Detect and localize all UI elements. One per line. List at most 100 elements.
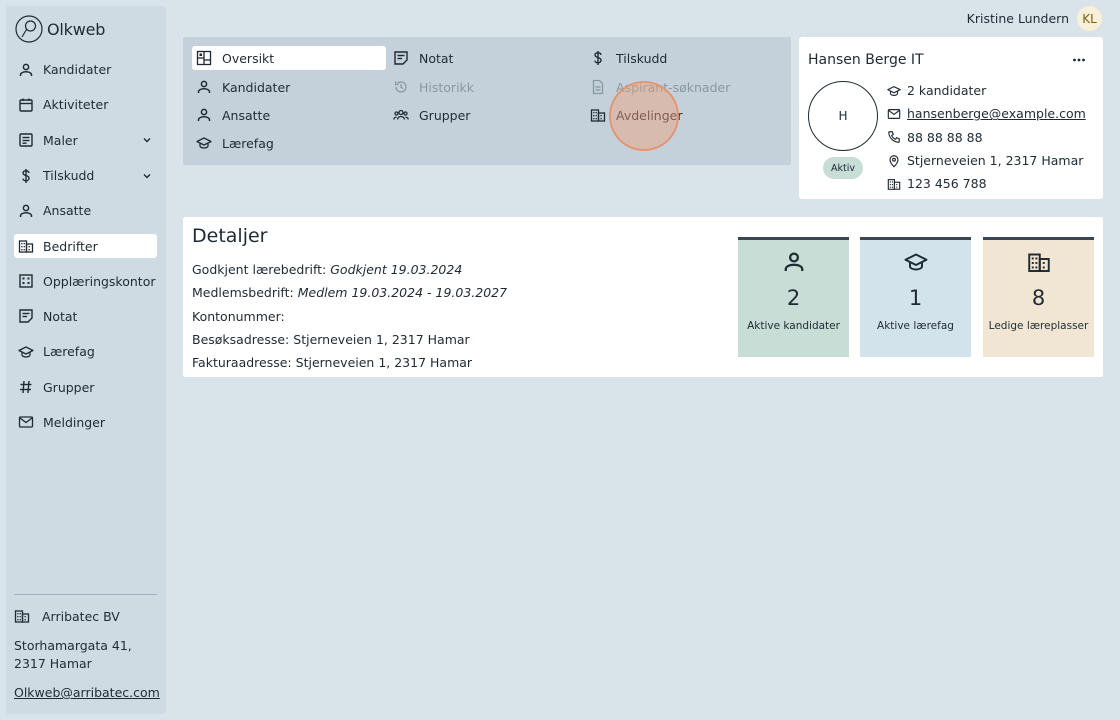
sidebar-item-label: Maler (43, 132, 78, 148)
tab-ansatte[interactable]: Ansatte (192, 103, 386, 127)
chevron-down-icon[interactable] (141, 170, 153, 182)
graduation-cap-icon (904, 250, 928, 274)
company-org-number: 123 456 788 (907, 176, 987, 192)
detail-key: Medlemsbedrift: (192, 285, 294, 301)
olkweb-logo-icon (15, 15, 43, 43)
note-icon (18, 308, 34, 324)
sidebar-item-meldinger[interactable]: Meldinger (14, 405, 157, 440)
sidebar-item-label: Meldinger (43, 414, 106, 430)
sidebar-item-tilskudd[interactable]: Tilskudd (14, 158, 157, 193)
sidebar-item-label: Lærefag (43, 344, 95, 360)
org-info: Arribatec BV Storhamargata 41, 2317 Hama… (14, 606, 162, 701)
sidebar-item-label: Ansatte (43, 203, 92, 219)
stat-card-ledige-laereplasser[interactable]: 8 Ledige læreplasser (983, 237, 1094, 357)
location-pin-icon (887, 154, 901, 168)
sidebar-item-label: Bedrifter (43, 238, 98, 254)
stat-value: 1 (908, 286, 923, 310)
candidates-count: 2 kandidater (907, 83, 987, 99)
user-menu[interactable]: Kristine Lundern KL (967, 6, 1102, 31)
building-icon (1027, 250, 1051, 274)
detail-key: Fakturaadresse: (192, 355, 292, 371)
sidebar-item-bedrifter[interactable]: Bedrifter (14, 234, 157, 259)
tab-label: Grupper (419, 107, 471, 123)
avatar[interactable]: KL (1077, 6, 1102, 31)
tab-label: Aspirant-søknader (616, 79, 731, 95)
tab-aspirant-soknader: Aspirant-søknader (586, 75, 780, 99)
tab-kandidater[interactable]: Kandidater (192, 75, 386, 99)
tab-grupper[interactable]: Grupper (389, 103, 583, 127)
tab-label: Historikk (419, 79, 475, 95)
mail-icon (887, 107, 901, 121)
detail-key: Godkjent lærebedrift: (192, 262, 327, 278)
app-logo[interactable]: Olkweb (15, 15, 105, 43)
graduation-cap-icon (18, 344, 34, 360)
company-phone: 88 88 88 88 (907, 129, 983, 145)
company-email-link[interactable]: hansenberge@example.com (907, 106, 1086, 121)
sidebar-item-aktiviteter[interactable]: Aktiviteter (14, 87, 157, 122)
org-name: Arribatec BV (42, 608, 120, 624)
document-icon (590, 79, 606, 95)
tab-historikk: Historikk (389, 75, 583, 99)
office-icon (18, 273, 34, 289)
chevron-down-icon[interactable] (141, 134, 153, 146)
sidebar-item-opplaeringskontor[interactable]: Opplæringskontor (14, 263, 157, 298)
detail-row-godkjent: Godkjent lærebedrift: Godkjent 19.03.202… (192, 258, 507, 281)
details-title: Detaljer (192, 225, 268, 247)
template-icon (18, 132, 34, 148)
stat-card-aktive-kandidater[interactable]: 2 Aktive kandidater (738, 237, 849, 357)
sidebar-item-laerefag[interactable]: Lærefag (14, 334, 157, 369)
details-list: Godkjent lærebedrift: Godkjent 19.03.202… (192, 258, 507, 374)
org-email-link[interactable]: Olkweb@arribatec.com (14, 685, 162, 700)
detail-row-kontonummer: Kontonummer: (192, 305, 507, 328)
building-icon (590, 107, 606, 123)
status-badge: Aktiv (823, 157, 863, 179)
info-org-number: 123 456 788 (887, 172, 1086, 195)
group-icon (393, 107, 409, 123)
stat-label: Ledige læreplasser (988, 320, 1089, 332)
sidebar-item-label: Grupper (43, 379, 95, 395)
tab-laerefag[interactable]: Lærefag (192, 131, 386, 155)
stat-card-aktive-laerefag[interactable]: 1 Aktive lærefag (860, 237, 971, 357)
graduation-cap-icon (196, 135, 212, 151)
tab-label: Tilskudd (616, 50, 668, 66)
detail-row-fakturaadresse: Fakturaadresse: Stjerneveien 1, 2317 Ham… (192, 351, 507, 374)
sidebar-item-notat[interactable]: Notat (14, 299, 157, 334)
tab-avdelinger[interactable]: Avdelinger (586, 103, 780, 127)
tab-label: Oversikt (222, 50, 275, 66)
info-address: Stjerneveien 1, 2317 Hamar (887, 149, 1086, 172)
dollar-icon (18, 168, 34, 184)
more-options-icon[interactable] (1070, 53, 1088, 67)
sidebar-item-ansatte[interactable]: Ansatte (14, 193, 157, 228)
sidebar-item-kandidater[interactable]: Kandidater (14, 52, 157, 87)
person-icon (18, 203, 34, 219)
tab-tilskudd[interactable]: Tilskudd (586, 46, 780, 70)
dashboard-icon (196, 50, 212, 66)
logo-text: Olkweb (47, 19, 106, 39)
tab-label: Kandidater (222, 79, 291, 95)
tab-notat[interactable]: Notat (389, 46, 583, 70)
graduation-cap-icon (887, 84, 901, 98)
detail-value: Godkjent 19.03.2024 (330, 262, 463, 278)
tab-label: Ansatte (222, 107, 271, 123)
org-name-row: Arribatec BV (14, 606, 162, 626)
hash-icon (18, 379, 34, 395)
detail-value: Medlem 19.03.2024 - 19.03.2027 (297, 285, 508, 301)
org-address: Storhamargata 41, 2317 Hamar (14, 638, 132, 671)
mail-icon (18, 414, 34, 430)
sidebar-item-grupper[interactable]: Grupper (14, 369, 157, 404)
sidebar-item-maler[interactable]: Maler (14, 123, 157, 158)
detail-value: Stjerneveien 1, 2317 Hamar (293, 332, 470, 348)
details-panel: Detaljer Godkjent lærebedrift: Godkjent … (183, 217, 1103, 377)
sidebar: Olkweb Kandidater Aktiviteter Maler Tils… (6, 6, 166, 714)
tab-label: Lærefag (222, 135, 274, 151)
stat-value: 2 (786, 286, 801, 310)
detail-value: Stjerneveien 1, 2317 Hamar (295, 355, 473, 371)
tab-oversikt[interactable]: Oversikt (192, 46, 386, 70)
info-candidates: 2 kandidater (887, 79, 1086, 102)
detail-key: Besøksadresse: (192, 332, 290, 348)
building-icon (18, 238, 34, 254)
dollar-icon (590, 50, 606, 66)
sidebar-item-label: Aktiviteter (43, 97, 109, 113)
sidebar-nav: Kandidater Aktiviteter Maler Tilskudd An… (14, 52, 157, 440)
building-icon (887, 177, 901, 191)
